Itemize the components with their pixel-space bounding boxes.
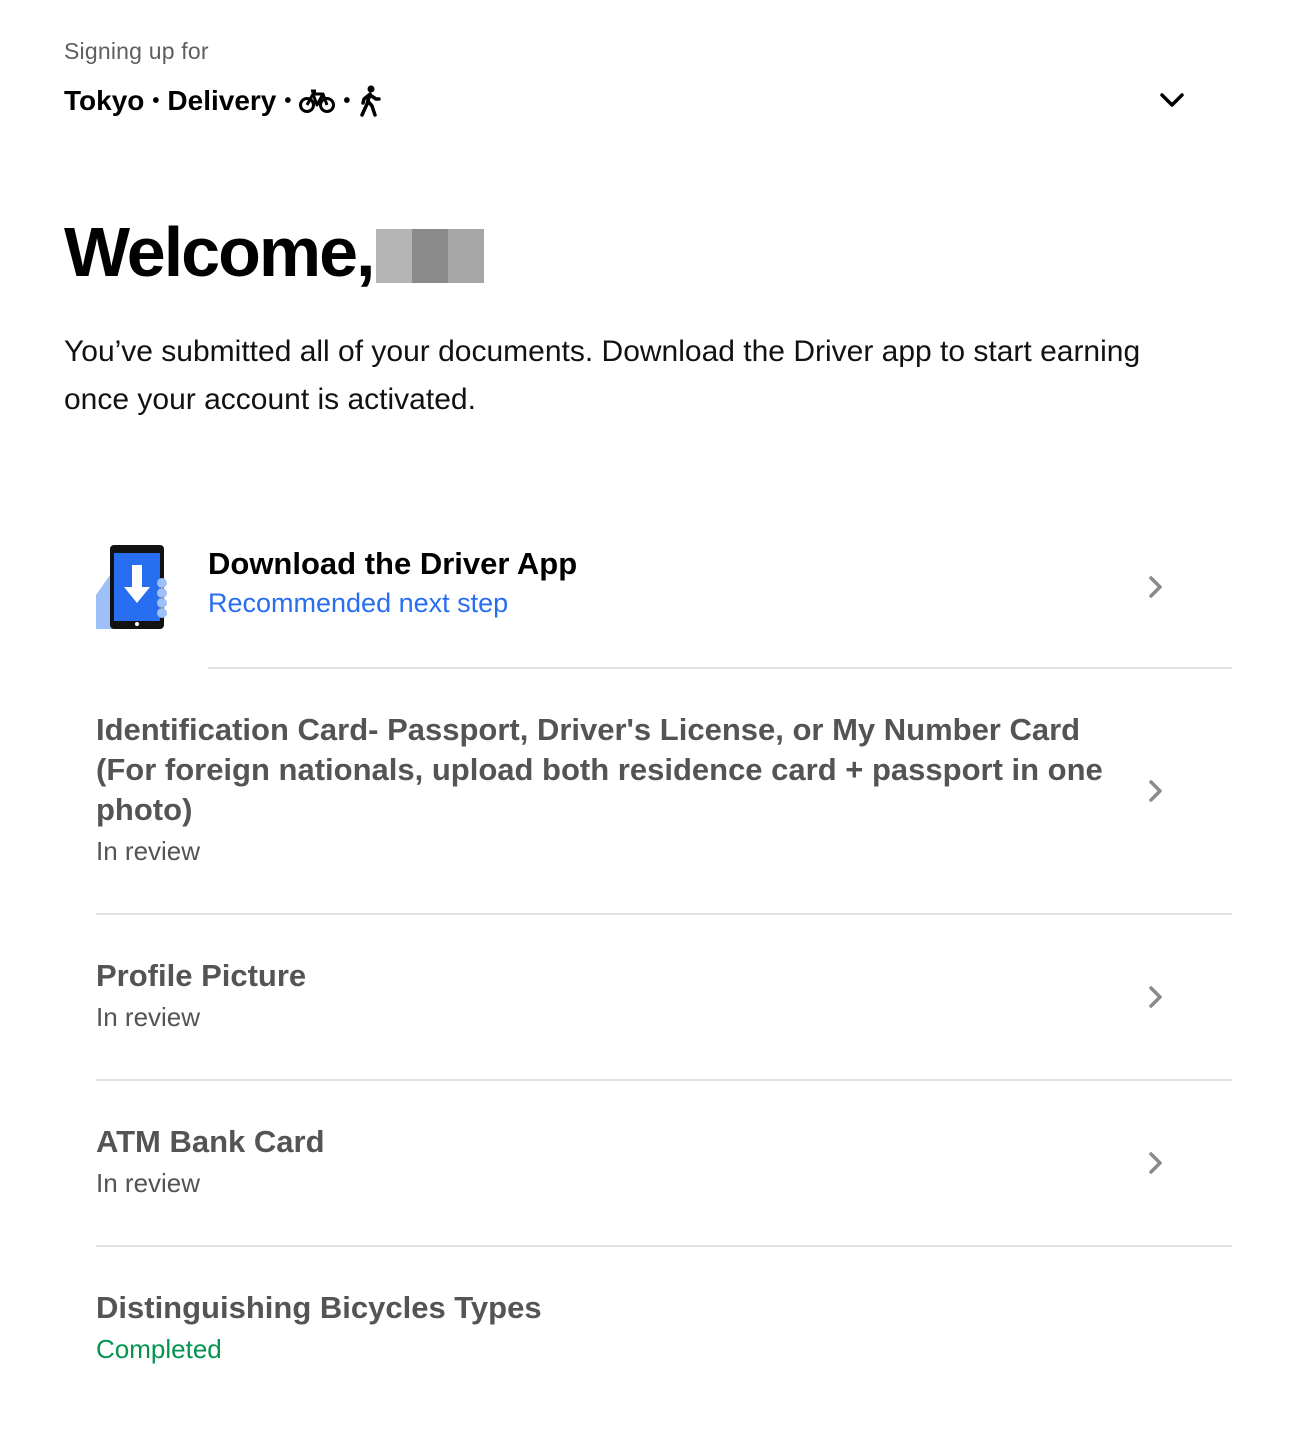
bicycle-types-row: Distinguishing Bicycles Types Completed [96, 1288, 1232, 1365]
chevron-right-icon [1146, 982, 1166, 1012]
separator-dot: • [343, 89, 351, 112]
step-status: In review [96, 1002, 201, 1032]
region-dropdown-button[interactable] [1150, 80, 1194, 120]
step-title: Identification Card- Passport, Driver's … [96, 712, 1103, 827]
download-driver-app-row[interactable]: Download the Driver App Recommended next… [96, 540, 1232, 668]
step-title: Distinguishing Bicycles Types [96, 1290, 542, 1325]
atm-bank-card-row[interactable]: ATM Bank Card In review [96, 1122, 1232, 1199]
step-status: Recommended next step [208, 588, 509, 618]
row-divider [208, 667, 1232, 669]
step-title: ATM Bank Card [96, 1124, 325, 1159]
intro-message: You’ve submitted all of your documents. … [64, 335, 1141, 416]
phone-download-icon [96, 545, 167, 629]
chevron-right-icon [1146, 776, 1166, 806]
step-status: In review [96, 836, 201, 866]
separator-dot: • [152, 89, 160, 112]
signing-up-label: Signing up for [64, 38, 209, 64]
welcome-heading-row: Welcome, [64, 210, 484, 294]
chevron-right-icon [1146, 572, 1166, 602]
welcome-heading: Welcome, [64, 213, 375, 291]
separator-dot: • [284, 89, 292, 112]
step-status-completed: Completed [96, 1334, 222, 1364]
redacted-user-name [375, 229, 484, 283]
step-status: In review [96, 1168, 201, 1198]
walking-person-icon [358, 85, 382, 117]
signup-region-selector[interactable]: Tokyo • Delivery • • [64, 82, 382, 120]
profile-picture-row[interactable]: Profile Picture In review [96, 956, 1232, 1033]
service-label: Delivery [167, 85, 277, 116]
onboarding-page: Signing up for Tokyo • Delivery • • Welc… [0, 0, 1294, 1430]
step-title: Download the Driver App [208, 546, 578, 581]
identification-card-row[interactable]: Identification Card- Passport, Driver's … [96, 710, 1232, 867]
chevron-down-icon [1160, 93, 1184, 107]
row-divider [96, 1079, 1232, 1081]
city-label: Tokyo [64, 85, 145, 116]
bicycle-icon [299, 88, 336, 114]
row-divider [96, 913, 1232, 915]
step-title: Profile Picture [96, 958, 307, 993]
chevron-right-icon [1146, 1148, 1166, 1178]
row-divider [96, 1245, 1232, 1247]
